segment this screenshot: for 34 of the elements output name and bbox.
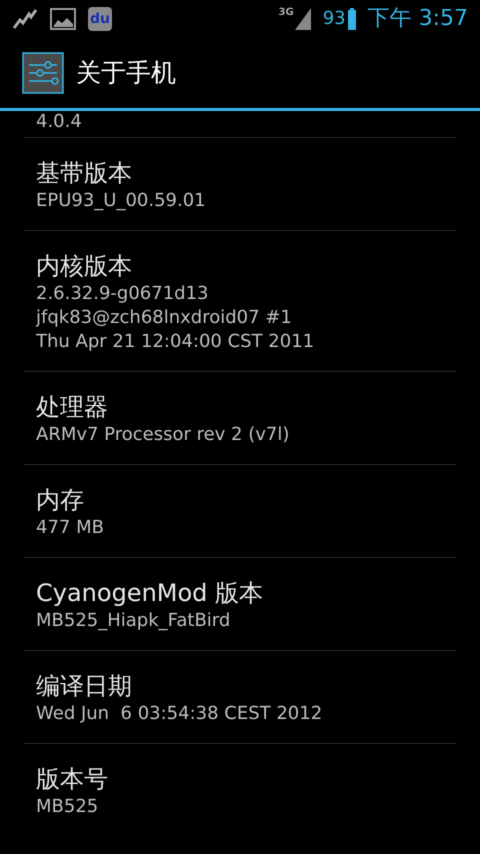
settings-item[interactable]: 基带版本 EPU93_U_00.59.01: [24, 138, 456, 231]
item-title: 编译日期: [36, 671, 133, 702]
item-summary: Thu Apr 21 12:04:00 CST 2011: [36, 330, 316, 354]
item-title: 基带版本: [36, 158, 133, 189]
screen-title: 关于手机: [76, 57, 176, 90]
item-title: 内核版本: [36, 251, 133, 282]
item-summary: ARMv7 Processor rev 2 (v7l): [36, 423, 290, 447]
item-title: CyanogenMod 版本: [36, 578, 264, 609]
summary-text: 4.0.4: [36, 111, 83, 133]
item-summary: MB525_Hiapk_FatBird: [36, 609, 232, 633]
item-summary: 2.6.32.9-g0671d13: [36, 282, 210, 306]
image-icon: [50, 8, 76, 30]
chart-line-icon: [12, 8, 38, 30]
item-summary: EPU93_U_00.59.01: [36, 189, 207, 213]
battery-level: 93: [322, 10, 346, 28]
settings-item[interactable]: 内核版本 2.6.32.9-g0671d13 jfqk83@zch68lnxdroid07 #1 Thu Apr 21 12:04:00 CST 2011: [24, 231, 456, 372]
network-label: 3G: [278, 8, 294, 18]
settings-item[interactable]: 处理器 ARMv7 Processor rev 2 (v7l): [24, 372, 456, 465]
clock: 下午 3:57: [368, 8, 468, 30]
settings-item[interactable]: 内存 477 MB: [24, 465, 456, 558]
signal-icon: [294, 8, 311, 30]
item-summary: Wed Jun 6 03:54:38 CEST 2012: [36, 702, 324, 726]
item-summary: 477 MB: [36, 516, 105, 540]
settings-icon[interactable]: [22, 52, 64, 94]
app-badge: du: [88, 7, 112, 31]
settings-item[interactable]: 版本号 MB525: [24, 744, 456, 836]
item-summary: MB525: [36, 795, 100, 819]
settings-item[interactable]: 编译日期 Wed Jun 6 03:54:38 CEST 2012: [24, 651, 456, 744]
battery-icon: [348, 8, 356, 30]
settings-item[interactable]: CyanogenMod 版本 MB525_Hiapk_FatBird: [24, 558, 456, 651]
item-summary: jfqk83@zch68lnxdroid07 #1: [36, 306, 293, 330]
item-title: 内存: [36, 485, 85, 516]
item-title: 版本号: [36, 764, 109, 795]
item-title: 处理器: [36, 392, 109, 423]
